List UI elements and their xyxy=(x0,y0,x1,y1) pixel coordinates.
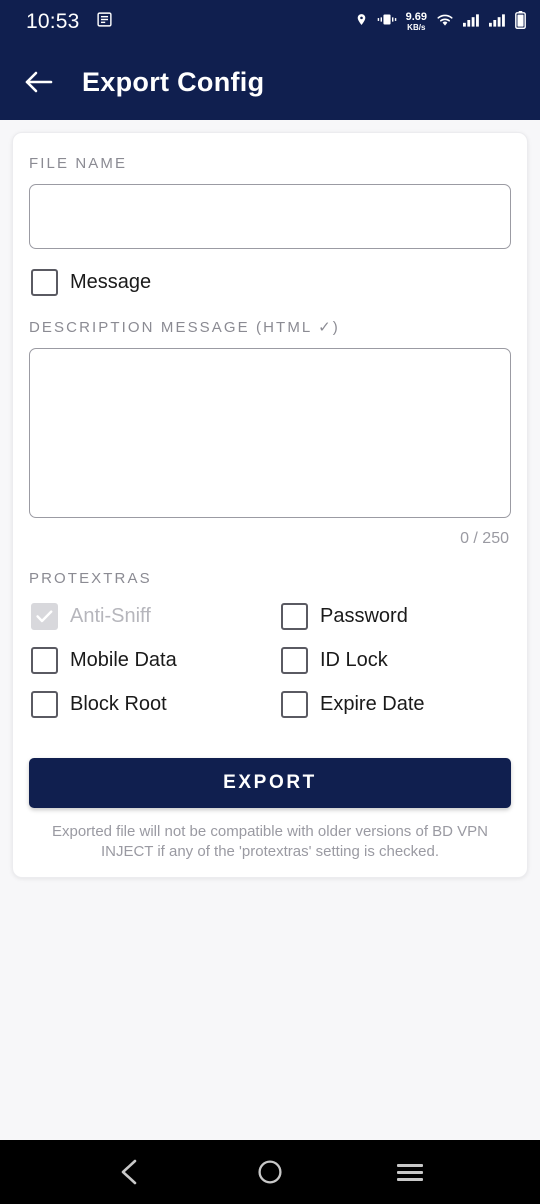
compatibility-note: Exported file will not be compatible wit… xyxy=(51,823,489,861)
message-checkbox-row[interactable]: Message xyxy=(31,269,511,296)
app-bar: Export Config xyxy=(0,44,540,120)
password-checkbox[interactable] xyxy=(281,603,308,630)
block-root-label: Block Root xyxy=(70,693,167,715)
mobile-data-checkbox[interactable] xyxy=(31,647,58,674)
mobile-data-label: Mobile Data xyxy=(70,649,177,671)
page-title: Export Config xyxy=(82,66,265,97)
android-navigation-bar xyxy=(0,1140,540,1204)
document-note-icon xyxy=(96,11,113,33)
protextras-item-password[interactable]: Password xyxy=(281,603,511,630)
status-bar-right: 9.69 KB/s xyxy=(355,10,526,34)
wifi-icon xyxy=(436,13,454,32)
location-pin-icon xyxy=(355,11,368,33)
page-body: FILE NAME Message DESCRIPTION MESSAGE (H… xyxy=(0,120,540,1140)
vibrate-icon xyxy=(377,12,397,32)
export-button[interactable]: EXPORT xyxy=(29,758,511,808)
description-message-label: DESCRIPTION MESSAGE (HTML ✓) xyxy=(29,319,340,336)
back-arrow-icon[interactable] xyxy=(22,65,56,99)
file-name-label: FILE NAME xyxy=(29,155,128,172)
anti-sniff-checkbox xyxy=(31,603,58,630)
protextras-item-expire-date[interactable]: Expire Date xyxy=(281,691,511,718)
anti-sniff-label: Anti-Sniff xyxy=(70,605,151,627)
id-lock-checkbox[interactable] xyxy=(281,647,308,674)
status-bar: 10:53 9.69 KB/s xyxy=(0,0,540,44)
protextras-section-label: PROTEXTRAS xyxy=(29,570,152,587)
id-lock-label: ID Lock xyxy=(320,649,388,671)
expire-date-checkbox[interactable] xyxy=(281,691,308,718)
nav-recents-icon[interactable] xyxy=(382,1144,438,1200)
network-speed-indicator: 9.69 KB/s xyxy=(406,12,427,32)
status-time: 10:53 xyxy=(26,10,80,33)
signal-bars-icon xyxy=(489,13,506,32)
export-config-card: FILE NAME Message DESCRIPTION MESSAGE (H… xyxy=(12,132,528,878)
expire-date-label: Expire Date xyxy=(320,693,425,715)
file-name-input[interactable] xyxy=(29,184,511,249)
network-speed-unit: KB/s xyxy=(407,23,426,32)
protextras-checkbox-grid: Anti-Sniff Password Mobile Data ID Lock … xyxy=(31,603,511,718)
protextras-item-id-lock[interactable]: ID Lock xyxy=(281,647,511,674)
network-speed-value: 9.69 xyxy=(405,11,427,23)
protextras-item-anti-sniff: Anti-Sniff xyxy=(31,603,281,630)
nav-back-icon[interactable] xyxy=(102,1144,158,1200)
nav-home-icon[interactable] xyxy=(242,1144,298,1200)
message-checkbox-label: Message xyxy=(70,271,152,293)
description-message-textarea[interactable] xyxy=(29,348,511,518)
block-root-checkbox[interactable] xyxy=(31,691,58,718)
password-label: Password xyxy=(320,605,408,627)
signal-bars-icon xyxy=(463,13,480,32)
battery-icon xyxy=(515,10,526,34)
protextras-item-mobile-data[interactable]: Mobile Data xyxy=(31,647,281,674)
character-counter: 0 / 250 xyxy=(460,530,509,547)
message-checkbox[interactable] xyxy=(31,269,58,296)
status-bar-left: 10:53 xyxy=(26,10,113,34)
protextras-item-block-root[interactable]: Block Root xyxy=(31,691,281,718)
